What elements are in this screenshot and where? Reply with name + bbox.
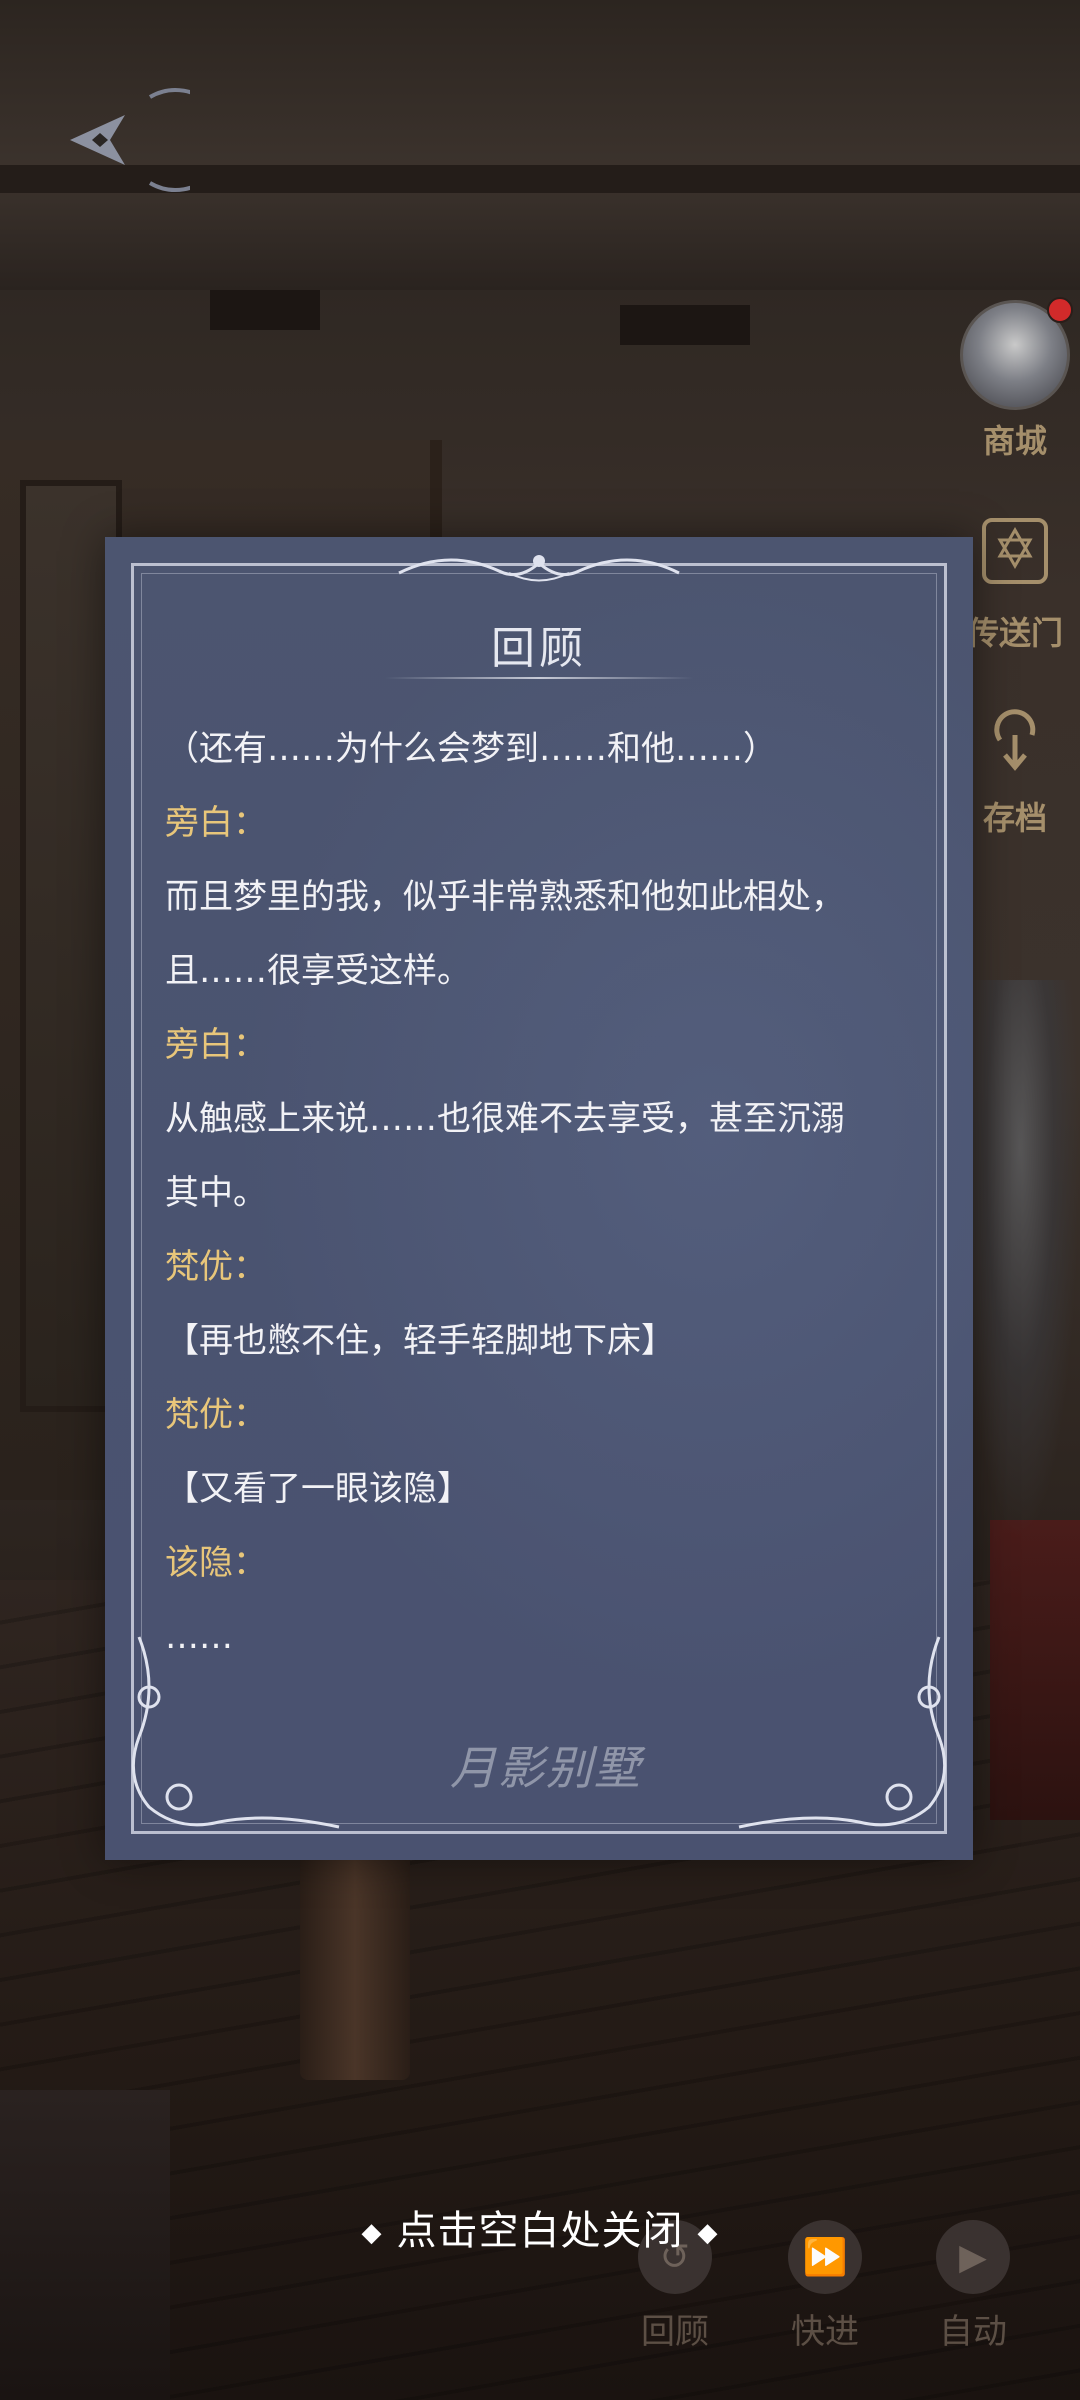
watermark-logo: 月影别墅 — [450, 1741, 642, 1795]
speaker-name: 旁白： — [165, 1025, 267, 1065]
title-divider — [385, 677, 693, 679]
speaker-name: 该隐： — [165, 1543, 267, 1583]
close-hint[interactable]: ◆ 点击空白处关闭 ◆ — [0, 2198, 1080, 2256]
panel-title: 回顾 — [491, 623, 587, 674]
speaker-name: 梵优： — [165, 1395, 267, 1435]
dialogue-line: 从触感上来说……也很难不去享受，甚至沉溺 — [165, 1099, 845, 1139]
ceiling-beam — [620, 305, 750, 345]
diamond-icon: ◆ — [697, 2218, 719, 2248]
speaker-name: 梵优： — [165, 1247, 267, 1287]
dialogue-line: 而且梦里的我，似乎非常熟悉和他如此相处， — [165, 877, 845, 917]
avatar — [960, 297, 1073, 410]
dialogue-line: （还有……为什么会梦到……和他……） — [165, 729, 777, 769]
character-silhouette — [960, 980, 1080, 1540]
dialogue-line: 且……很享受这样。 — [165, 951, 471, 991]
red-sofa — [990, 1520, 1080, 1820]
close-hint-text: 点击空白处关闭 — [396, 2208, 684, 2254]
review-label: 回顾 — [641, 2312, 709, 2352]
fast-forward-label: 快进 — [791, 2312, 859, 2352]
shop-label: 商城 — [982, 422, 1047, 460]
back-arrow-diamond-icon — [70, 88, 228, 192]
save-archive-icon — [994, 709, 1036, 771]
dialogue-line: 【再也憋不住，轻手轻脚地下床】 — [165, 1321, 675, 1361]
hexagram-gate-icon — [982, 518, 1048, 584]
shop-button[interactable]: 商城 — [950, 297, 1080, 462]
dialogue-line: …… — [165, 1617, 233, 1657]
dialogue-line: 其中。 — [165, 1173, 267, 1213]
auto-label: 自动 — [939, 2312, 1007, 2352]
ceiling-beam — [210, 290, 320, 330]
review-log-panel: 回顾 （还有……为什么会梦到……和他……） 旁白： 而且梦里的我，似乎非常熟悉和他如… — [105, 537, 973, 1860]
table-leg — [300, 1840, 410, 2080]
top-ornament-icon — [398, 555, 680, 582]
speaker-name: 旁白： — [165, 803, 267, 843]
dialogue-log: （还有……为什么会梦到……和他……） 旁白： 而且梦里的我，似乎非常熟悉和他如此相处… — [165, 712, 925, 1674]
diamond-icon: ◆ — [361, 2218, 383, 2248]
notification-dot — [1047, 297, 1073, 323]
back-button[interactable] — [30, 85, 228, 195]
dialogue-line: 【又看了一眼该隐】 — [165, 1469, 471, 1509]
